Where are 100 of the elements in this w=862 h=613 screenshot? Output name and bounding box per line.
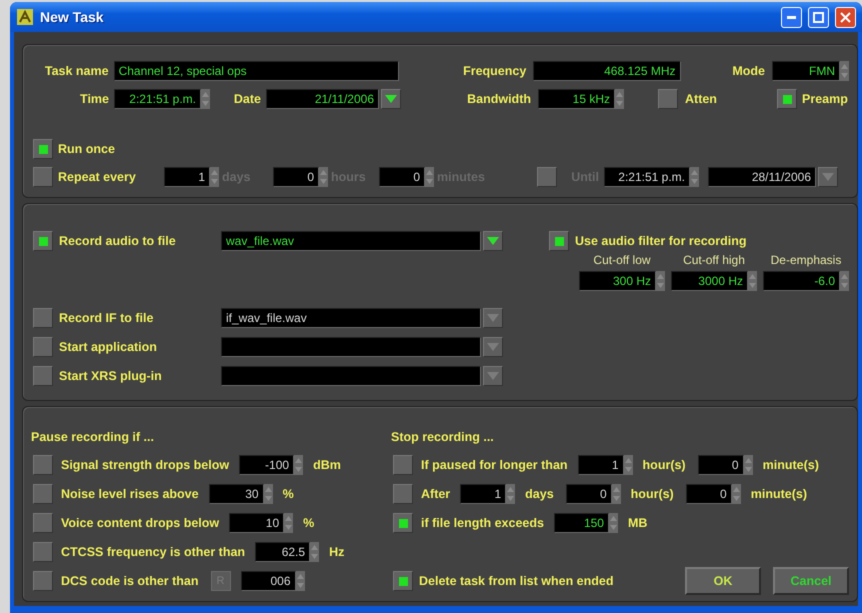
dropdown-button[interactable]: [483, 337, 503, 357]
checkbox[interactable]: [33, 513, 53, 533]
spin-arrows-icon: [201, 90, 210, 108]
checkbox[interactable]: [393, 455, 413, 475]
spin-button[interactable]: [294, 455, 304, 475]
text-field[interactable]: FMN: [772, 61, 840, 81]
field-label: Atten: [685, 92, 718, 106]
column-label: Cut-off low: [593, 253, 651, 267]
field-label: If paused for longer than: [421, 458, 568, 472]
spin-button[interactable]: [201, 89, 210, 109]
spin-arrows-icon: [310, 543, 320, 561]
text-field[interactable]: 0: [686, 484, 732, 504]
checkbox[interactable]: [33, 139, 53, 159]
text-field[interactable]: 468.125 MHz: [533, 61, 680, 81]
field-label: Hz: [329, 545, 344, 559]
field-label: Record IF to file: [59, 311, 154, 325]
spin-arrows-icon: [748, 272, 757, 290]
field-label: DCS code is other than: [61, 574, 199, 588]
ok-button[interactable]: OK: [685, 567, 761, 595]
text-field[interactable]: 300 Hz: [579, 271, 656, 291]
dropdown-button[interactable]: [483, 308, 503, 328]
text-field[interactable]: 1: [460, 484, 506, 504]
spin-button[interactable]: [748, 271, 757, 291]
checkbox[interactable]: [33, 366, 53, 386]
text-field[interactable]: 30: [208, 484, 264, 504]
text-field[interactable]: [221, 337, 481, 357]
field-label: Time: [79, 92, 109, 106]
dropdown-button[interactable]: [381, 89, 401, 109]
field-label: if file length exceeds: [421, 516, 544, 530]
dropdown-button[interactable]: [483, 231, 503, 251]
field-label: Date: [232, 92, 261, 106]
checkbox[interactable]: [658, 89, 678, 109]
maximize-button[interactable]: [808, 6, 829, 28]
checkbox[interactable]: [777, 89, 797, 109]
field-label: minute(s): [750, 487, 807, 501]
spin-button[interactable]: [615, 89, 624, 109]
checkbox[interactable]: [393, 484, 413, 504]
checkbox[interactable]: [549, 231, 569, 251]
caret-icon: [385, 95, 397, 103]
field-label: Bandwidth: [466, 92, 531, 106]
minimize-icon: [787, 16, 796, 18]
field-label: After: [421, 487, 450, 501]
field-label: Use audio filter for recording: [575, 234, 747, 248]
text-field[interactable]: -100: [239, 455, 294, 475]
spin-button[interactable]: [840, 61, 850, 81]
spin-arrows-icon: [656, 272, 665, 290]
close-button[interactable]: [835, 6, 856, 28]
dropdown-button[interactable]: [818, 167, 838, 187]
spin-arrows-icon: [506, 485, 516, 503]
text-field[interactable]: 62.5: [255, 542, 310, 562]
field-label: Voice content drops below: [61, 516, 220, 530]
field-label: CTCSS frequency is other than: [61, 545, 246, 559]
caret-icon: [822, 173, 834, 181]
checkbox[interactable]: [33, 337, 53, 357]
dropdown-button[interactable]: [483, 366, 503, 386]
text-field[interactable]: 0: [698, 455, 744, 475]
text-field[interactable]: wav_file.wav: [221, 231, 481, 251]
text-field[interactable]: -6.0: [763, 271, 840, 291]
text-field[interactable]: 150: [554, 513, 609, 533]
minimize-button[interactable]: [781, 6, 802, 28]
spin-button[interactable]: [284, 513, 294, 533]
field-label: Noise level rises above: [61, 487, 199, 501]
text-field[interactable]: if_wav_file.wav: [221, 308, 481, 328]
field-label: Pause recording if ...: [31, 430, 154, 444]
checkbox[interactable]: [33, 455, 53, 475]
text-field[interactable]: 2:21:51 p.m.: [114, 89, 201, 109]
spin-button[interactable]: [506, 484, 516, 504]
column-label: De-emphasis: [770, 253, 842, 267]
text-field[interactable]: [221, 366, 481, 386]
checkbox[interactable]: [33, 484, 53, 504]
spin-button[interactable]: [310, 542, 320, 562]
checkbox[interactable]: [33, 308, 53, 328]
close-icon: [840, 12, 851, 22]
checkbox[interactable]: [393, 571, 413, 591]
spin-arrows-icon: [210, 168, 219, 186]
field-label: Mode: [731, 64, 766, 78]
text-field[interactable]: Channel 12, special ops: [114, 61, 399, 81]
text-field[interactable]: 006: [240, 571, 296, 591]
spin-button[interactable]: [210, 167, 219, 187]
text-field[interactable]: 10: [229, 513, 284, 533]
field-label: Start application: [59, 340, 158, 354]
window-title: New Task: [40, 9, 105, 25]
checkbox[interactable]: [33, 231, 53, 251]
spin-button[interactable]: [319, 167, 328, 187]
checkbox[interactable]: [33, 542, 53, 562]
checkbox[interactable]: [33, 571, 53, 591]
spin-button[interactable]: [840, 271, 849, 291]
text-field[interactable]: 1: [578, 455, 624, 475]
spin-button[interactable]: [425, 167, 434, 187]
maximize-icon: [813, 12, 824, 22]
text-field[interactable]: 0: [566, 484, 612, 504]
spin-button[interactable]: [690, 167, 699, 187]
spin-arrows-icon: [264, 485, 273, 503]
spin-button[interactable]: [656, 271, 665, 291]
text-field[interactable]: 21/11/2006: [266, 89, 379, 109]
field-label: hour(s): [630, 487, 674, 501]
checkbox[interactable]: [393, 513, 413, 533]
text-field[interactable]: 15 kHz: [538, 89, 615, 109]
column-label: Cut-off high: [683, 253, 745, 267]
text-field[interactable]: 3000 Hz: [671, 271, 748, 291]
